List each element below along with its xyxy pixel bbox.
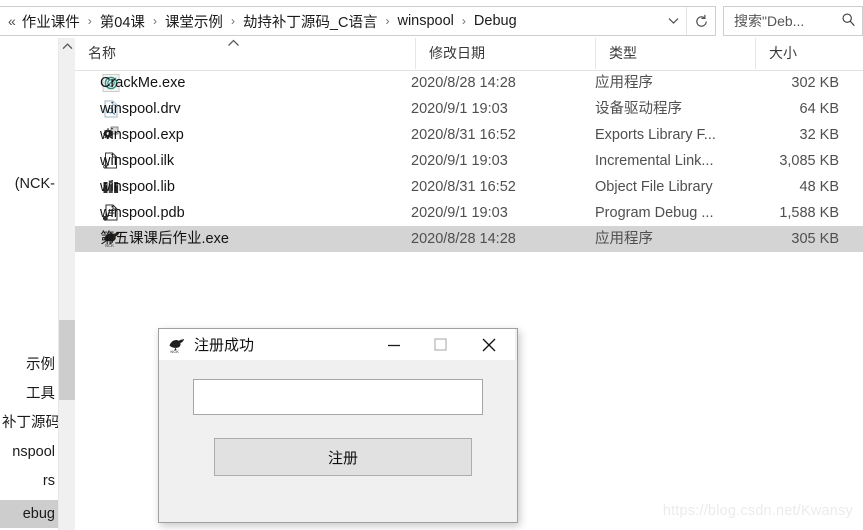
sidebar-item-winspool[interactable]: nspool — [0, 439, 58, 465]
address-bar[interactable]: « 作业课件 › 第04课 › 课堂示例 › 劫持补丁源码_C语言 › wins… — [0, 6, 716, 36]
file-type: 应用程序 — [595, 231, 653, 247]
sidebar-item-label: 示例 — [26, 357, 55, 373]
file-name[interactable]: CrackMe.exe — [75, 70, 415, 96]
file-size: 48 KB — [799, 179, 840, 195]
search-icon[interactable] — [841, 12, 856, 30]
navigation-pane[interactable]: (NCK- 示例 工具 补丁源码 nspool rs ebug — [0, 38, 58, 530]
sidebar-item-gongju[interactable]: 工具 — [0, 381, 58, 407]
sidebar-item-rs[interactable]: rs — [0, 468, 58, 494]
file-size: 305 KB — [791, 231, 839, 247]
sidebar-item-debug[interactable]: ebug — [0, 500, 58, 528]
breadcrumb-separator-icon-5[interactable]: › — [462, 14, 466, 28]
breadcrumb-item-1[interactable]: 作业课件 — [22, 11, 80, 32]
maximize-button[interactable] — [417, 330, 463, 360]
sidebar-item-label: nspool — [12, 444, 55, 460]
file-date: 2020/9/1 19:03 — [411, 205, 508, 221]
register-button[interactable]: 注册 — [214, 438, 472, 476]
search-box[interactable]: 搜索"Deb... — [723, 6, 863, 36]
minimize-button[interactable] — [371, 330, 417, 360]
search-input[interactable]: 搜索"Deb... — [734, 11, 841, 31]
breadcrumb-item-5[interactable]: winspool — [397, 13, 453, 29]
table-row[interactable]: winspool.exp 2020/8/31 16:52 Exports Lib… — [75, 122, 863, 148]
sidebar-item-label: rs — [42, 473, 55, 489]
svg-text:NCK: NCK — [170, 349, 179, 354]
file-type: Exports Library F... — [595, 127, 716, 143]
sidebar-item-label: 工具 — [26, 386, 55, 402]
file-size: 32 KB — [799, 127, 840, 143]
file-date: 2020/8/28 14:28 — [411, 75, 516, 91]
column-header-name[interactable]: 名称 — [75, 38, 415, 69]
sidebar-item-label: 补丁源码 — [2, 415, 58, 431]
file-date: 2020/8/28 14:28 — [411, 231, 516, 247]
file-type: Incremental Link... — [595, 153, 714, 169]
nav-clipped-label: (NCK- — [14, 176, 55, 192]
file-name[interactable]: winspool.lib — [75, 174, 415, 200]
column-header-size[interactable]: 大小 — [755, 38, 863, 69]
address-bar-row: « 作业课件 › 第04课 › 课堂示例 › 劫持补丁源码_C语言 › wins… — [0, 3, 863, 37]
sidebar-item-label: ebug — [22, 506, 55, 522]
file-name[interactable]: winspool.drv — [75, 96, 415, 122]
refresh-icon[interactable] — [686, 7, 715, 35]
file-type: Program Debug ... — [595, 205, 714, 221]
breadcrumb-item-3[interactable]: 课堂示例 — [165, 11, 223, 32]
file-date: 2020/8/31 16:52 — [411, 179, 516, 195]
scroll-up-arrow-icon[interactable] — [59, 38, 76, 55]
file-name[interactable]: 第五课课后作业.exe — [75, 226, 415, 252]
serial-input[interactable] — [193, 379, 483, 415]
breadcrumb-separator-icon-4[interactable]: › — [385, 14, 389, 28]
column-header-row: 名称 修改日期 类型 大小 — [75, 38, 863, 71]
file-name[interactable]: winspool.ilk — [75, 148, 415, 174]
file-size: 3,085 KB — [779, 153, 839, 169]
breadcrumb-separator-icon-1[interactable]: › — [88, 14, 92, 28]
navigation-scrollbar[interactable] — [58, 38, 76, 530]
file-type: 设备驱动程序 — [595, 101, 682, 117]
table-row[interactable]: winspool.lib 2020/8/31 16:52 Object File… — [75, 174, 863, 200]
file-date: 2020/9/1 19:03 — [411, 153, 508, 169]
column-header-type[interactable]: 类型 — [595, 38, 755, 69]
file-rows: CrackMe.exe 2020/8/28 14:28 应用程序 302 KB … — [75, 70, 863, 252]
breadcrumb-overflow-icon[interactable]: « — [8, 13, 16, 29]
table-row[interactable]: NCK 第五课课后作业.exe 2020/8/28 14:28 应用程序 305… — [75, 226, 863, 252]
breadcrumb-separator-icon-3[interactable]: › — [231, 14, 235, 28]
file-size: 64 KB — [799, 101, 840, 117]
file-date: 2020/8/31 16:52 — [411, 127, 516, 143]
nck-bird-app-icon: NCK — [167, 337, 187, 354]
dialog-title: 注册成功 — [194, 337, 255, 354]
sort-ascending-icon — [227, 39, 240, 49]
registration-dialog[interactable]: NCK 注册成功 注册 — [158, 328, 518, 523]
file-type: Object File Library — [595, 179, 713, 195]
breadcrumb-item-2[interactable]: 第04课 — [100, 11, 145, 32]
table-row[interactable]: CrackMe.exe 2020/8/28 14:28 应用程序 302 KB — [75, 70, 863, 96]
file-type: 应用程序 — [595, 75, 653, 91]
dialog-body: 注册 — [159, 360, 515, 520]
scrollbar-thumb[interactable] — [59, 320, 76, 400]
breadcrumb-item-4[interactable]: 劫持补丁源码_C语言 — [243, 11, 378, 32]
column-header-date[interactable]: 修改日期 — [415, 38, 595, 69]
table-row[interactable]: winspool.ilk 2020/9/1 19:03 Incremental … — [75, 148, 863, 174]
breadcrumb-item-6[interactable]: Debug — [474, 13, 517, 29]
breadcrumb[interactable]: « 作业课件 › 第04课 › 课堂示例 › 劫持补丁源码_C语言 › wins… — [0, 7, 660, 35]
watermark: https://blog.csdn.net/Kwansy — [662, 503, 853, 519]
table-row[interactable]: winspool.pdb 2020/9/1 19:03 Program Debu… — [75, 200, 863, 226]
table-row[interactable]: winspool.drv 2020/9/1 19:03 设备驱动程序 64 KB — [75, 96, 863, 122]
dialog-titlebar[interactable]: NCK 注册成功 — [159, 329, 515, 361]
chevron-down-icon[interactable] — [660, 7, 686, 35]
file-date: 2020/9/1 19:03 — [411, 101, 508, 117]
sidebar-item-shili[interactable]: 示例 — [0, 352, 58, 378]
file-name[interactable]: winspool.pdb — [75, 200, 415, 226]
breadcrumb-separator-icon-2[interactable]: › — [153, 14, 157, 28]
file-size: 302 KB — [791, 75, 839, 91]
file-size: 1,588 KB — [779, 205, 839, 221]
sidebar-item-butingyuanma[interactable]: 补丁源码 — [0, 410, 58, 436]
file-name[interactable]: winspool.exp — [75, 122, 415, 148]
close-button[interactable] — [463, 330, 515, 360]
